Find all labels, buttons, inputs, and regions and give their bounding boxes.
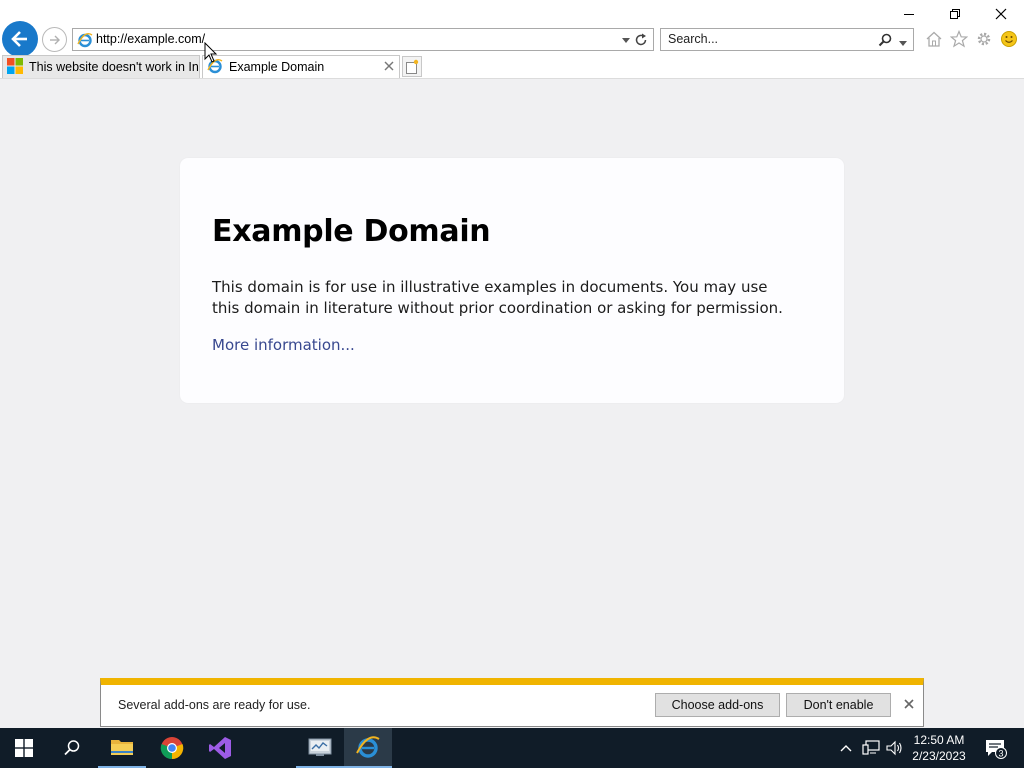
taskbar: 12:50 AM 2/23/2023 3	[0, 728, 1024, 768]
visual-studio-icon	[209, 737, 231, 759]
forward-arrow-icon	[49, 35, 60, 44]
tab-unsupported-website[interactable]: This website doesn't work in In...	[2, 55, 200, 78]
browser-titlebar: http://example.com/ Search...	[0, 0, 1024, 57]
tab-close-icon[interactable]	[383, 60, 395, 75]
window-controls	[886, 0, 1024, 28]
microsoft-logo-icon	[7, 57, 23, 77]
taskbar-server-manager[interactable]	[296, 728, 344, 768]
search-icon[interactable]	[877, 32, 893, 51]
new-tab-button[interactable]	[402, 56, 422, 77]
ie-logo-icon	[77, 32, 93, 51]
clock-time: 12:50 AM	[913, 733, 965, 747]
command-icons	[924, 28, 1019, 50]
taskbar-visual-studio[interactable]	[196, 728, 244, 768]
volume-tray-icon[interactable]	[882, 728, 908, 768]
search-input[interactable]: Search...	[668, 32, 718, 46]
minimize-button[interactable]	[886, 0, 932, 28]
network-icon	[862, 740, 880, 755]
folder-icon	[111, 740, 133, 755]
content-card: Example Domain This domain is for use in…	[180, 158, 844, 403]
mouse-cursor-icon	[204, 42, 218, 63]
taskbar-internet-explorer[interactable]	[344, 728, 392, 768]
address-bar[interactable]: http://example.com/	[72, 28, 654, 51]
restore-icon	[950, 9, 960, 19]
notification-close-icon[interactable]	[903, 698, 915, 713]
taskbar-search-button[interactable]	[48, 728, 96, 768]
address-text: http://example.com/	[96, 32, 206, 46]
addons-notification-bar: Several add-ons are ready for use. Choos…	[100, 678, 924, 727]
server-manager-icon	[308, 738, 332, 756]
close-window-button[interactable]	[978, 0, 1024, 28]
network-tray-icon[interactable]	[858, 728, 884, 768]
clock-date: 2/23/2023	[912, 749, 966, 763]
windows-logo-icon	[15, 739, 33, 757]
page-paragraph: This domain is for use in illustrative e…	[212, 278, 783, 317]
home-icon[interactable]	[924, 28, 944, 50]
close-icon	[995, 8, 1007, 20]
taskbar-chrome[interactable]	[148, 728, 196, 768]
gear-icon[interactable]	[974, 28, 994, 50]
favorites-star-icon[interactable]	[949, 28, 969, 50]
smiley-icon[interactable]	[999, 28, 1019, 50]
forward-button[interactable]	[42, 27, 67, 52]
address-dropdown-icon[interactable]	[621, 34, 631, 48]
action-center-button[interactable]: 3	[976, 728, 1016, 768]
start-button[interactable]	[0, 728, 48, 768]
chevron-up-icon	[840, 745, 852, 752]
tab-label: Example Domain	[229, 60, 325, 74]
show-hidden-icons-button[interactable]	[834, 728, 858, 768]
minimize-icon	[904, 14, 914, 15]
restore-button[interactable]	[932, 0, 978, 28]
dont-enable-button[interactable]: Don't enable	[786, 693, 891, 717]
page-heading: Example Domain	[212, 214, 491, 249]
search-bar[interactable]: Search...	[660, 28, 914, 51]
choose-addons-button[interactable]: Choose add-ons	[655, 693, 780, 717]
chrome-icon	[160, 737, 184, 760]
notification-count: 3	[998, 749, 1003, 759]
tab-example-domain[interactable]: Example Domain	[202, 55, 400, 78]
notification-message: Several add-ons are ready for use.	[118, 698, 311, 712]
tab-strip: This website doesn't work in In... Examp…	[0, 55, 1024, 79]
taskbar-clock[interactable]: 12:50 AM 2/23/2023	[910, 732, 968, 764]
back-arrow-icon	[11, 31, 27, 47]
action-center-icon: 3	[986, 740, 1007, 759]
speaker-icon	[886, 740, 902, 756]
taskbar-file-explorer[interactable]	[98, 728, 146, 768]
page-viewport: Example Domain This domain is for use in…	[0, 79, 1024, 728]
refresh-icon[interactable]	[633, 32, 649, 51]
ie-logo-icon	[356, 736, 380, 758]
back-button[interactable]	[2, 21, 38, 57]
more-information-link[interactable]: More information...	[212, 336, 355, 354]
search-icon	[64, 740, 80, 756]
tab-label: This website doesn't work in In...	[29, 60, 199, 74]
new-tab-icon	[406, 59, 419, 74]
search-dropdown-icon[interactable]	[898, 37, 908, 51]
